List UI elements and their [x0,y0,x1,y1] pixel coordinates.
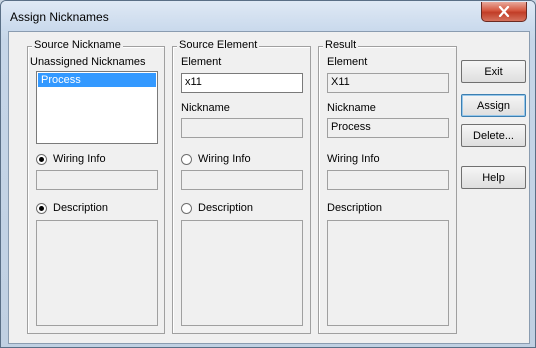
wiring-info-radio-dot[interactable] [36,153,47,165]
description-radio-dot[interactable] [36,202,47,214]
result-wiring-info-field [327,170,449,190]
result-wiring-info-label: Wiring Info [327,153,380,165]
dialog-client-area: Source Nickname Unassigned Nicknames Pro… [8,31,530,344]
wiring-info-radio-dot[interactable] [181,153,192,165]
wiring-info-field-source-element [181,170,303,190]
result-element-label: Element [327,56,368,68]
description-radio-dot[interactable] [181,202,192,214]
assign-nicknames-dialog: Assign Nicknames Source Nickname Unassig… [0,0,536,348]
result-nickname-field: Process [327,118,449,138]
description-label: Description [53,202,109,214]
unassigned-nicknames-list[interactable]: Process [36,71,158,144]
description-field-source-nickname [36,220,158,326]
result-element-field: X11 [327,73,449,93]
result-nickname-label: Nickname [327,102,376,114]
wiring-info-label: Wiring Info [198,153,251,165]
source-element-input[interactable]: x11 [181,73,303,93]
wiring-info-field-source-nickname [36,170,158,190]
exit-button[interactable]: Exit [461,60,526,83]
wiring-info-label: Wiring Info [53,153,106,165]
wiring-info-radio-source-nickname[interactable]: Wiring Info [36,153,106,165]
list-item-process[interactable]: Process [38,73,156,87]
source-element-group: Source Element Element x11 Nickname Wiri… [172,39,311,334]
source-nickname-field [181,118,303,138]
description-radio-source-nickname[interactable]: Description [36,202,108,214]
description-label: Description [198,202,254,214]
source-nickname-label: Nickname [181,102,230,114]
result-legend: Result [323,39,359,51]
assign-button[interactable]: Assign [461,94,526,117]
wiring-info-radio-source-element[interactable]: Wiring Info [181,153,251,165]
help-button[interactable]: Help [461,166,526,189]
title-bar: Assign Nicknames [1,1,535,31]
result-description-field [327,220,449,326]
source-nickname-legend: Source Nickname [32,39,123,51]
source-element-label: Element [181,56,222,68]
close-button[interactable] [481,2,527,22]
window-title: Assign Nicknames [10,10,109,24]
result-description-label: Description [327,202,383,214]
unassigned-nicknames-label: Unassigned Nicknames [30,56,146,68]
result-group: Result Element X11 Nickname Process Wiri… [318,39,457,334]
source-element-legend: Source Element [177,39,260,51]
delete-button[interactable]: Delete... [461,124,526,147]
close-icon [498,6,510,17]
description-field-source-element [181,220,303,326]
source-nickname-group: Source Nickname Unassigned Nicknames Pro… [27,39,165,334]
description-radio-source-element[interactable]: Description [181,202,253,214]
